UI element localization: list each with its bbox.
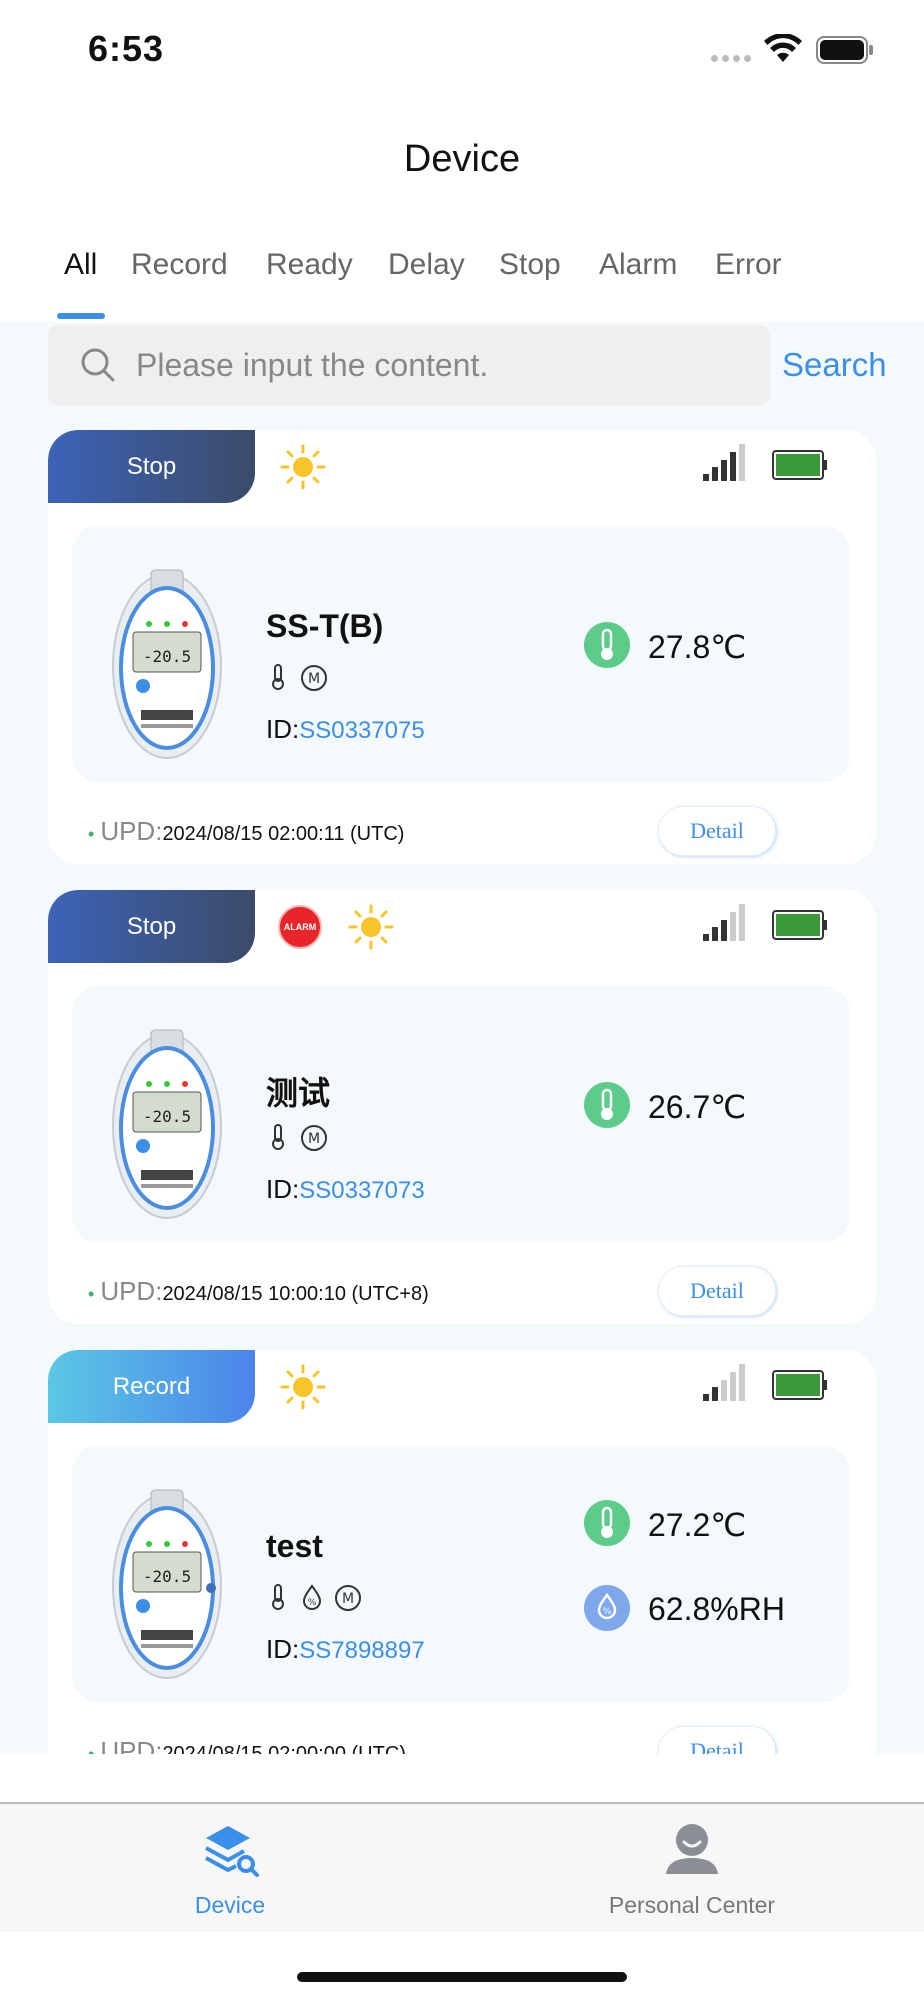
sensor-icons: M <box>266 1124 328 1152</box>
detail-button[interactable]: Detail <box>658 806 776 856</box>
memory-mode-icon: M <box>301 665 327 691</box>
nav-personal-center-label: Personal Center <box>608 1892 776 1918</box>
tab-error[interactable]: Error <box>715 248 782 282</box>
update-time: • UPD:2024/08/15 10:00:10 (UTC+8) <box>88 1276 429 1306</box>
device-id: ID:SS7898897 <box>266 1634 425 1664</box>
device-info-panel: -20.5 SS-T(B) M ID:SS0337075 27.8℃ <box>72 526 850 782</box>
search-icon <box>81 348 115 382</box>
bottom-tab-bar: Device Personal Center <box>0 1802 924 1932</box>
detail-button[interactable]: Detail <box>658 1726 776 1754</box>
signal-strength-icon <box>703 904 745 941</box>
svg-text:M: M <box>342 1591 354 1607</box>
status-bar: 6:53 <box>0 0 924 100</box>
svg-text:-20.5: -20.5 <box>143 1567 191 1586</box>
device-info-panel: -20.5 test % M ID:SS7898897 27.2℃ % 62.8… <box>72 1446 850 1702</box>
thermometer-sensor-icon <box>272 664 284 690</box>
svg-text:%: % <box>603 1607 612 1617</box>
temperature-value: 27.2℃ <box>648 1507 747 1543</box>
battery-level-icon <box>772 1370 827 1400</box>
signal-strength-icon <box>703 1364 745 1401</box>
temperature-value: 26.7℃ <box>648 1089 747 1125</box>
svg-text:-20.5: -20.5 <box>143 1107 191 1126</box>
device-name: 测试 <box>266 1075 331 1111</box>
device-id: ID:SS0337075 <box>266 714 425 744</box>
svg-text:%: % <box>308 1598 317 1608</box>
humidity-value: 62.8%RH <box>648 1591 785 1627</box>
nav-device[interactable]: Device <box>80 1804 380 1934</box>
svg-text:-20.5: -20.5 <box>143 647 191 666</box>
status-badge: Stop <box>48 430 255 503</box>
detail-button[interactable]: Detail <box>658 1266 776 1316</box>
temperature-value: 27.8℃ <box>648 629 747 665</box>
signal-strength-icon <box>703 444 745 481</box>
page-title: Device <box>403 138 521 180</box>
nav-device-label: Device <box>194 1892 266 1918</box>
status-battery-icon <box>816 36 873 64</box>
tab-active-indicator <box>57 313 105 319</box>
device-image: -20.5 <box>112 569 222 759</box>
device-card[interactable]: Stop -20.5 SS-T(B) M ID:SS0337075 27.8℃ … <box>48 430 876 864</box>
device-image: -20.5 <box>112 1489 222 1679</box>
svg-text:M: M <box>308 1131 320 1147</box>
tab-alarm[interactable]: Alarm <box>599 248 677 282</box>
device-id-link[interactable]: SS0337073 <box>299 1177 424 1204</box>
temperature-icon <box>584 1082 630 1128</box>
status-badge: Record <box>48 1350 255 1423</box>
home-indicator <box>297 1972 627 1982</box>
device-card[interactable]: Stop ALARM -20.5 测试 M ID:SS0337073 26.7℃… <box>48 890 876 1324</box>
nav-personal-center[interactable]: Personal Center <box>542 1804 842 1934</box>
update-time: • UPD:2024/08/15 02:00:11 (UTC) <box>88 816 405 846</box>
tab-stop[interactable]: Stop <box>499 248 561 282</box>
device-info-panel: -20.5 测试 M ID:SS0337073 26.7℃ <box>72 986 850 1242</box>
sun-icon <box>280 444 326 490</box>
device-name: SS-T(B) <box>266 608 384 644</box>
device-image: -20.5 <box>112 1029 222 1219</box>
humidity-icon: % <box>584 1585 630 1631</box>
tab-all[interactable]: All <box>64 248 97 282</box>
device-id: ID:SS0337073 <box>266 1174 425 1204</box>
sun-icon <box>348 904 394 950</box>
search-input[interactable]: Please input the content. <box>136 325 488 405</box>
update-time: • UPD:2024/08/15 02:00:00 (UTC) <box>88 1736 406 1754</box>
temperature-icon <box>584 1500 630 1546</box>
device-layers-icon <box>205 1826 259 1877</box>
sun-icon <box>280 1364 326 1410</box>
thermometer-sensor-icon <box>272 1584 284 1610</box>
device-name: test <box>266 1528 323 1564</box>
search-button[interactable]: Search <box>782 346 887 384</box>
svg-text:M: M <box>308 671 320 687</box>
search-box[interactable]: Please input the content. <box>48 325 770 405</box>
sensor-icons: % M <box>266 1584 362 1612</box>
alarm-badge-icon: ALARM <box>278 905 322 949</box>
temperature-icon <box>584 622 630 668</box>
memory-mode-icon: M <box>301 1125 327 1151</box>
cellular-dots-icon <box>711 55 751 62</box>
tab-record[interactable]: Record <box>131 248 228 282</box>
battery-level-icon <box>772 450 827 480</box>
memory-mode-icon: M <box>335 1585 361 1611</box>
status-time: 6:53 <box>88 28 165 69</box>
thermometer-sensor-icon <box>272 1124 284 1150</box>
battery-level-icon <box>772 910 827 940</box>
filter-tabs: All Record Ready Delay Stop Alarm Error <box>0 248 924 320</box>
device-card[interactable]: Record -20.5 test % M ID:SS7898897 27.2℃… <box>48 1350 876 1754</box>
humidity-sensor-icon: % <box>302 1584 322 1610</box>
tab-ready[interactable]: Ready <box>266 248 353 282</box>
sensor-icons: M <box>266 664 328 692</box>
wifi-icon <box>764 34 802 62</box>
device-id-link[interactable]: SS7898897 <box>299 1637 424 1664</box>
person-icon <box>666 1824 718 1874</box>
device-list-clip: Record -20.5 test % M ID:SS7898897 27.2℃… <box>0 1340 924 1754</box>
tab-delay[interactable]: Delay <box>388 248 465 282</box>
device-id-link[interactable]: SS0337075 <box>299 717 424 744</box>
status-badge: Stop <box>48 890 255 963</box>
